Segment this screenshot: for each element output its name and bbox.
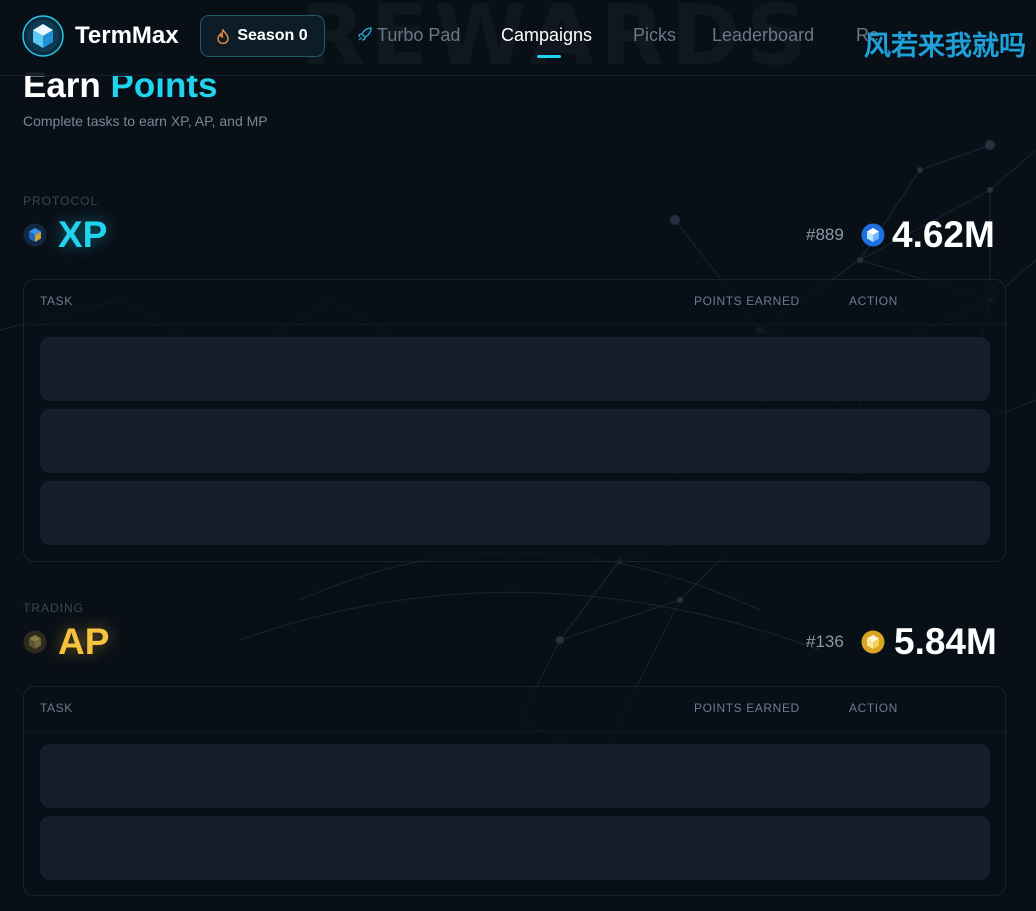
column-header-task: TASK bbox=[40, 294, 73, 308]
column-header-action: ACTION bbox=[849, 294, 898, 308]
termmax-logo-icon[interactable] bbox=[22, 15, 64, 57]
brand-name[interactable]: TermMax bbox=[75, 22, 179, 50]
nav-link-leaderboard[interactable]: Leaderboard bbox=[712, 25, 814, 46]
task-row-placeholder bbox=[40, 816, 990, 880]
task-row-placeholder bbox=[40, 409, 990, 473]
xp-cube-icon bbox=[23, 223, 47, 247]
nav-link-turbo-pad[interactable]: Turbo Pad bbox=[357, 25, 460, 46]
column-header-task: TASK bbox=[40, 701, 73, 715]
xp-section-label: PROTOCOL bbox=[23, 194, 99, 208]
xp-section-title: XP bbox=[58, 214, 108, 255]
season-label: Season 0 bbox=[237, 27, 308, 44]
column-header-points-earned: POINTS EARNED bbox=[694, 294, 800, 308]
table-header-divider bbox=[24, 731, 1005, 732]
ap-points-icon bbox=[861, 630, 885, 654]
task-row-placeholder bbox=[40, 337, 990, 401]
task-row-placeholder bbox=[40, 481, 990, 545]
ap-task-table: TASK POINTS EARNED ACTION bbox=[23, 686, 1006, 896]
nav-link-picks[interactable]: Picks bbox=[633, 25, 676, 46]
active-nav-indicator bbox=[537, 55, 561, 58]
top-nav-bar: REWARDS TermMax Season 0 Turbo Pad Campa… bbox=[0, 0, 1036, 76]
xp-score: 4.62M bbox=[892, 214, 995, 255]
task-row-placeholder bbox=[40, 744, 990, 808]
ap-rank: #136 bbox=[806, 632, 844, 651]
column-header-action: ACTION bbox=[849, 701, 898, 715]
flame-icon bbox=[217, 28, 230, 44]
season-selector-button[interactable]: Season 0 bbox=[200, 15, 325, 57]
ap-cube-icon bbox=[23, 630, 47, 654]
ap-section-label: TRADING bbox=[23, 601, 84, 615]
ap-score: 5.84M bbox=[894, 621, 997, 662]
overlay-chinese-text: 风若来我就吗 bbox=[864, 31, 1026, 62]
rocket-icon bbox=[358, 27, 372, 41]
table-header-divider bbox=[24, 324, 1005, 325]
column-header-points-earned: POINTS EARNED bbox=[694, 701, 800, 715]
page-subtitle: Complete tasks to earn XP, AP, and MP bbox=[23, 113, 268, 129]
nav-link-campaigns[interactable]: Campaigns bbox=[501, 25, 592, 46]
xp-points-icon bbox=[861, 223, 885, 247]
xp-task-table: TASK POINTS EARNED ACTION bbox=[23, 279, 1006, 562]
xp-rank: #889 bbox=[806, 225, 844, 244]
nav-link-label: Turbo Pad bbox=[377, 25, 461, 45]
ap-section-title: AP bbox=[58, 621, 110, 662]
